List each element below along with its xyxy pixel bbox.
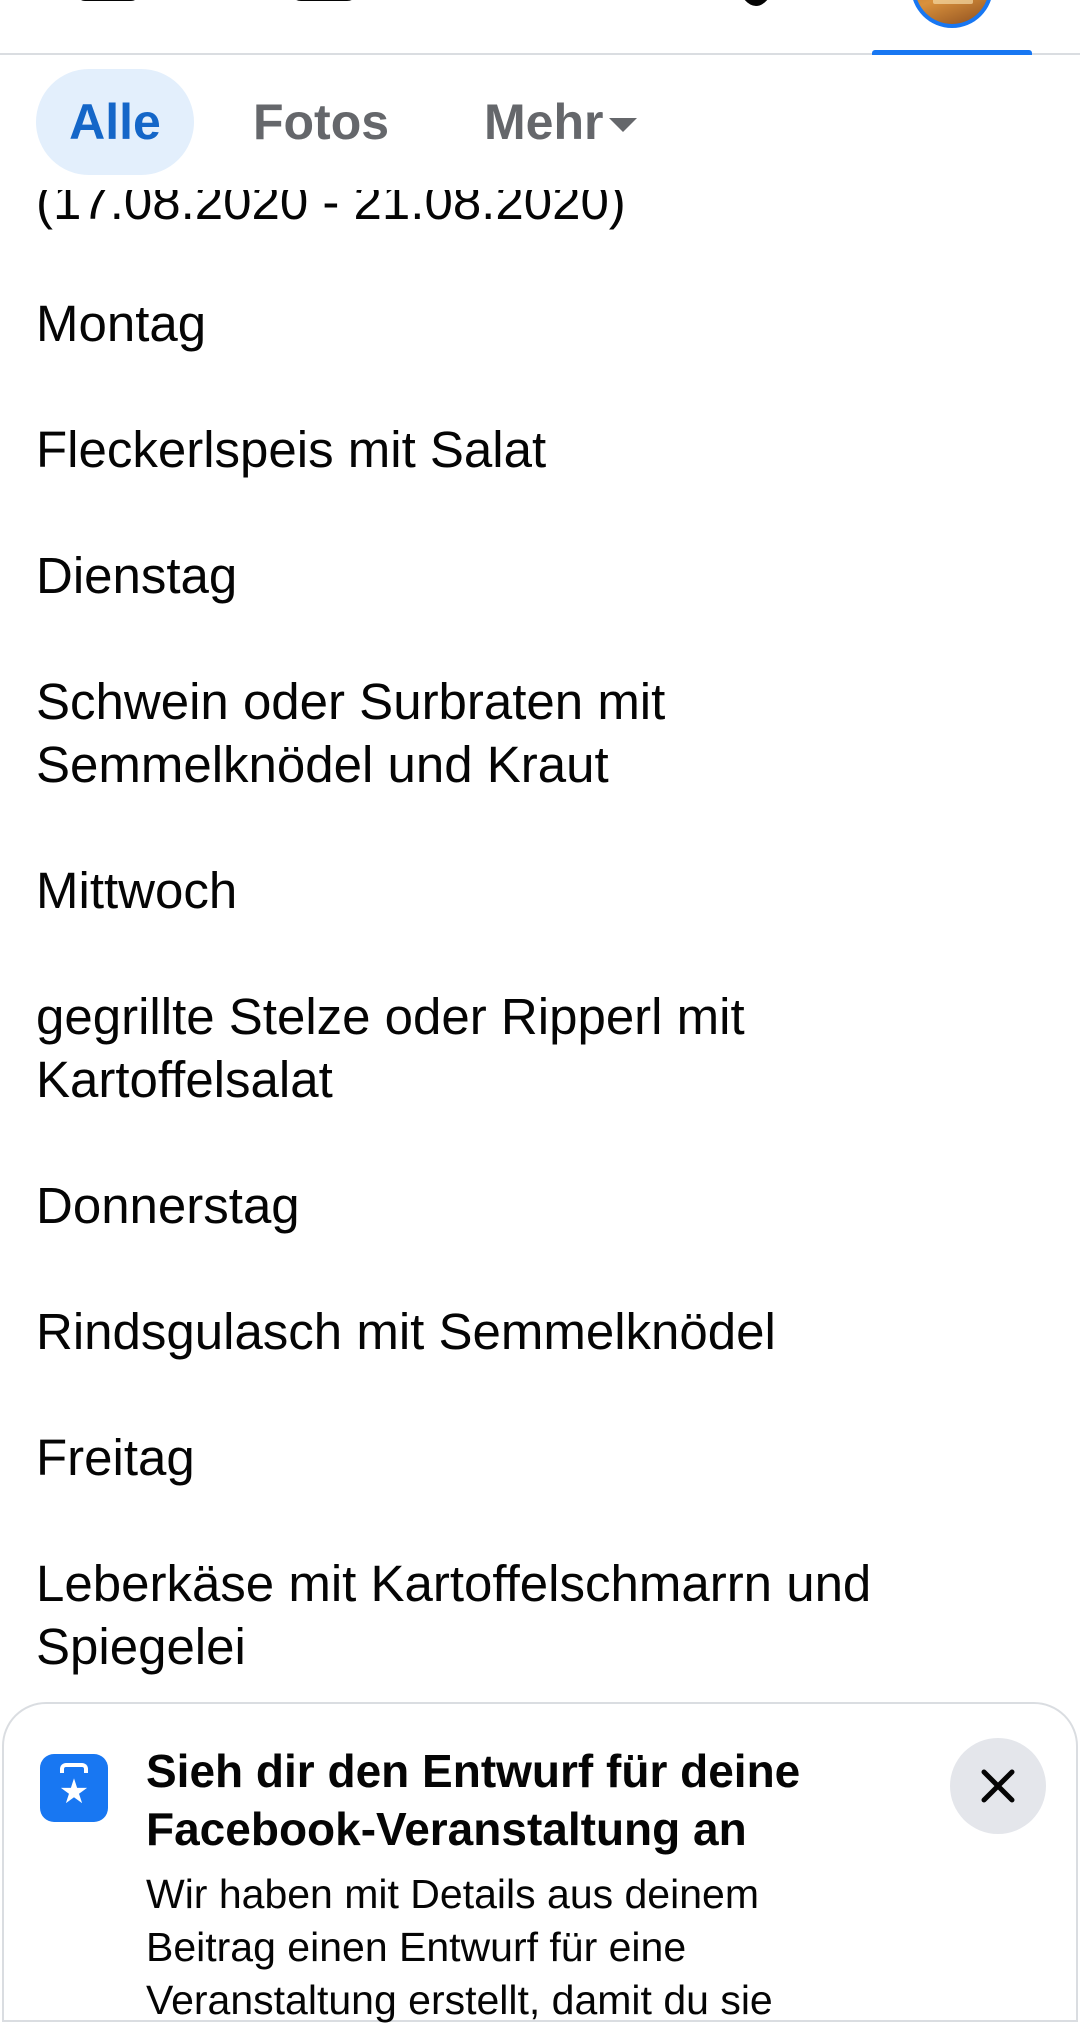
- nav-tab-pages[interactable]: [462, 0, 622, 53]
- nav-tab-watch[interactable]: [244, 0, 404, 53]
- filter-chip-bar: Alle Fotos Mehr: [0, 55, 1080, 190]
- sheet-title: Sieh dir den Entwurf für deine Facebook-…: [146, 1742, 886, 1858]
- close-button[interactable]: [950, 1738, 1046, 1834]
- close-icon: [981, 1769, 1015, 1803]
- sheet-body: Wir haben mit Details aus deinem Beitrag…: [146, 1868, 906, 2027]
- top-navigation-bar: [0, 0, 1080, 55]
- post-line-friday: Freitag: [36, 1429, 195, 1486]
- post-line-tuesday: Dienstag: [36, 547, 238, 604]
- calendar-star-icon: ★: [40, 1754, 108, 1822]
- home-icon: [81, 0, 135, 1]
- profile-avatar: [911, 0, 993, 28]
- nav-tab-profile[interactable]: [872, 0, 1032, 55]
- event-draft-bottom-sheet: ★ Sieh dir den Entwurf für deine Faceboo…: [2, 1702, 1078, 2023]
- post-line-tuesday-dish-2: Semmelknödel und Kraut: [36, 736, 609, 793]
- filter-chip-all[interactable]: Alle: [36, 69, 194, 175]
- nav-tab-home[interactable]: [28, 0, 188, 53]
- post-line-thursday-dish: Rindsgulasch mit Semmelknödel: [36, 1303, 776, 1360]
- caret-down-icon: [609, 118, 638, 132]
- post-line-wednesday-dish-2: Kartoffelsalat: [36, 1051, 333, 1108]
- sheet-body-line-3: Veranstaltung erstellt, damit du sie: [146, 1977, 773, 2023]
- sheet-title-line-2: Facebook-Veranstaltung an: [146, 1803, 747, 1855]
- sheet-body-line-2: Beitrag einen Entwurf für eine: [146, 1924, 687, 1970]
- post-line-wednesday: Mittwoch: [36, 862, 238, 919]
- sheet-title-line-1: Sieh dir den Entwurf für deine: [146, 1745, 801, 1797]
- post-line-monday-dish: Fleckerlspeis mit Salat: [36, 421, 547, 478]
- megaphone-icon: [507, 0, 577, 20]
- post-line-friday-dish-2: Spiegelei: [36, 1618, 246, 1675]
- post-line-wednesday-dish-1: gegrillte Stelze oder Ripperl mit: [36, 988, 745, 1045]
- filter-chip-more-label: Mehr: [484, 94, 604, 150]
- post-line-thursday: Donnerstag: [36, 1177, 300, 1234]
- filter-chip-more[interactable]: Mehr: [460, 69, 660, 175]
- bell-icon: [744, 0, 768, 6]
- post-line-friday-dish-1: Leberkäse mit Kartoffelschmarrn und: [36, 1555, 872, 1612]
- sheet-body-line-1: Wir haben mit Details aus deinem: [146, 1871, 759, 1917]
- nav-tab-notifications[interactable]: [676, 0, 836, 53]
- filter-chip-photos[interactable]: Fotos: [232, 69, 410, 175]
- post-line-tuesday-dish-1: Schwein oder Surbraten mit: [36, 673, 666, 730]
- watch-icon: [296, 0, 352, 1]
- post-line-monday: Montag: [36, 295, 207, 352]
